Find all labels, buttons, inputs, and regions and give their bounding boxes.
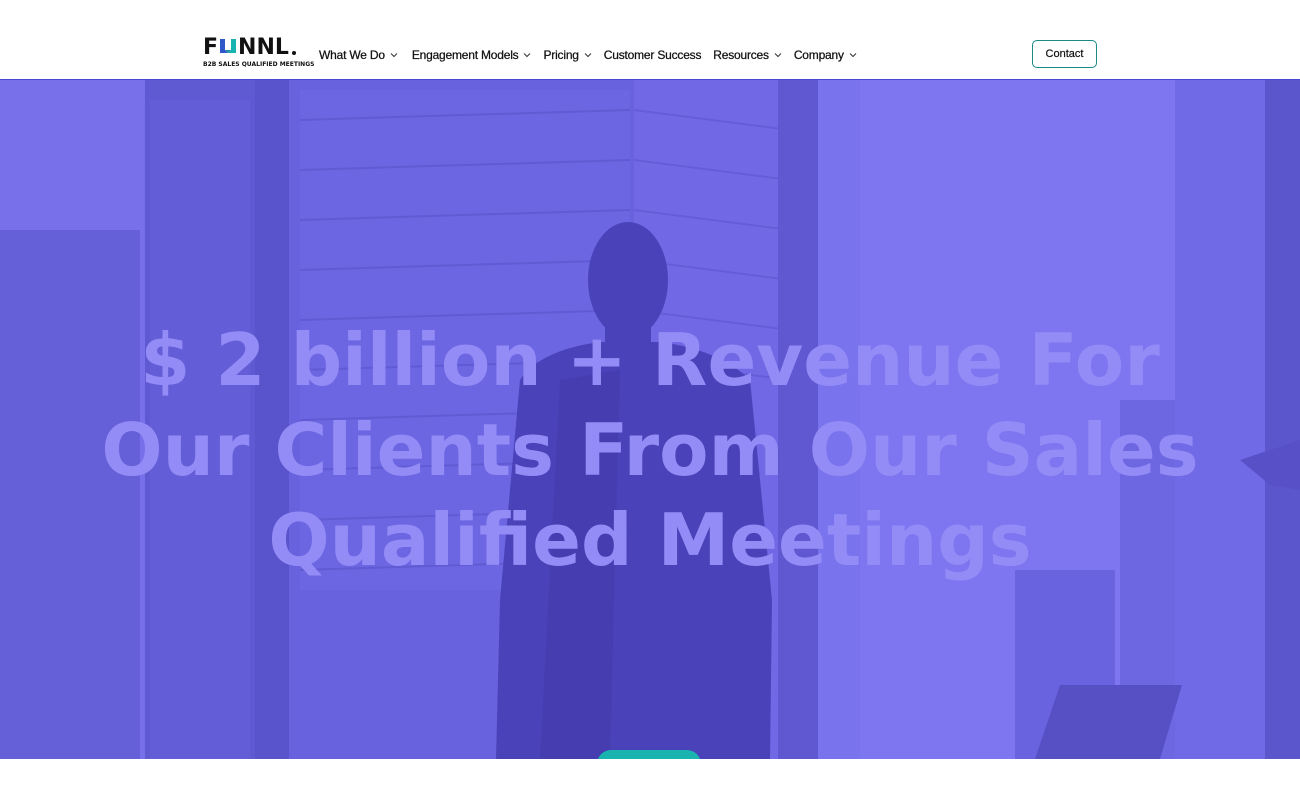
nav-item-what-we-do[interactable]: What We Do: [319, 48, 398, 62]
site-header: F NNL B2B SALES QUALIFIED MEETINGS What …: [0, 0, 1300, 80]
chevron-down-icon: [584, 53, 592, 58]
nav-item-engagement-models[interactable]: Engagement Models: [412, 48, 532, 62]
hero-cta-button[interactable]: [597, 750, 701, 759]
nav-item-resources[interactable]: Resources: [713, 48, 782, 62]
funnl-logo[interactable]: F NNL B2B SALES QUALIFIED MEETINGS: [203, 37, 314, 71]
hero-headline: $ 2 billion + Revenue For Our Clients Fr…: [101, 318, 1199, 582]
contact-button[interactable]: Contact: [1032, 40, 1097, 68]
nav-item-label: What We Do: [319, 48, 385, 62]
logo-tagline: B2B SALES QUALIFIED MEETINGS: [203, 61, 315, 68]
chevron-down-icon: [849, 53, 857, 58]
logo-u-mark-icon: [220, 39, 237, 53]
main-nav: What We Do Engagement Models Pricing Cus…: [319, 47, 857, 63]
nav-item-customer-success[interactable]: Customer Success: [604, 48, 702, 62]
below-hero-section: [0, 759, 1300, 788]
nav-item-label: Resources: [713, 48, 769, 62]
logo-letter-f: F: [203, 35, 219, 60]
nav-item-pricing[interactable]: Pricing: [543, 48, 592, 62]
registered-mark-icon: [292, 51, 296, 55]
logo-wordmark: F NNL: [203, 37, 289, 59]
nav-item-company[interactable]: Company: [794, 48, 857, 62]
chevron-down-icon: [774, 53, 782, 58]
nav-item-label: Company: [793, 48, 844, 62]
logo-letters-nnl: NNL: [238, 35, 289, 60]
hero-section: $ 2 billion + Revenue For Our Clients Fr…: [0, 80, 1300, 759]
chevron-down-icon: [390, 53, 398, 58]
chevron-down-icon: [524, 53, 531, 58]
nav-item-label: Engagement Models: [411, 48, 519, 62]
nav-item-label: Pricing: [543, 48, 579, 62]
nav-item-label: Customer Success: [603, 48, 702, 62]
